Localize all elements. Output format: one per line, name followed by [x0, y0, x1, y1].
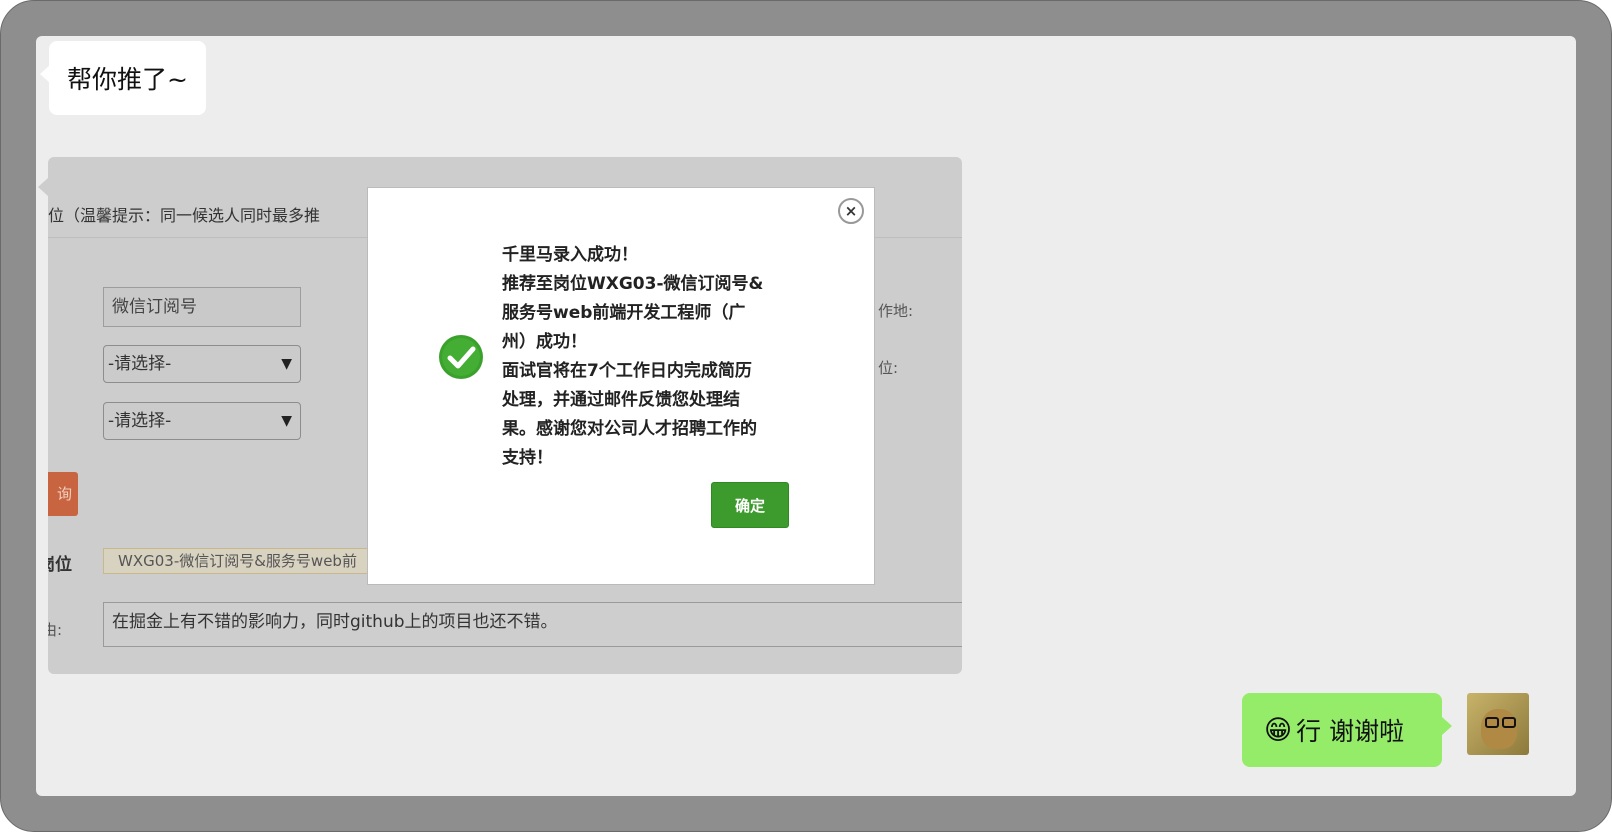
position-label-right: 位: [878, 359, 899, 377]
dialog-message-line: 州）成功！ [502, 332, 587, 352]
chevron-down-icon: ▼ [281, 413, 292, 429]
ok-button[interactable]: 确定 [711, 482, 789, 528]
dialog-message-line: 面试官将在7个工作日内完成简历 [502, 361, 752, 381]
outgoing-message-bubble[interactable]: 😁 行 谢谢啦 [1242, 693, 1452, 767]
red-action-button: 询 [48, 472, 78, 516]
select-2-label: : [48, 413, 49, 431]
channel-input: 微信订阅号 [103, 287, 301, 327]
image-bubble-tail [38, 178, 48, 196]
dialog-message-line: 果。感谢您对公司人才招聘工作的 [502, 419, 757, 439]
dialog-message-line: 千里马录入成功！ [502, 245, 638, 265]
success-check-icon [439, 335, 483, 379]
position-label: 岗位 [48, 555, 72, 575]
dialog-message-line: 推荐至岗位WXG03-微信订阅号& [502, 274, 764, 294]
avatar-head [1481, 709, 1517, 749]
chevron-down-icon: ▼ [281, 356, 292, 372]
glasses-right-icon [1502, 717, 1516, 728]
dialog-message-line: 服务号web前端开发工程师（广 [502, 303, 746, 323]
avatar[interactable] [1467, 693, 1529, 755]
dialog-message-line: 支持！ [502, 448, 553, 468]
grin-emoji-icon: 😁 [1264, 714, 1293, 746]
incoming-message-text: 帮你推了~ [67, 65, 188, 94]
close-icon[interactable]: × [838, 198, 864, 224]
dialog-message: 千里马录入成功！ 推荐至岗位WXG03-微信订阅号& 服务号web前端开发工程师… [502, 241, 812, 473]
screenshot-header-text: 位（温馨提示：同一候选人同时最多推 [48, 206, 321, 225]
workplace-label: 作地: [878, 302, 914, 320]
success-dialog: × 千里马录入成功！ 推荐至岗位WXG03-微信订阅号& 服务号web前端开发工… [368, 188, 874, 584]
select-field-1: -请选择- ▼ [103, 345, 301, 383]
reason-textarea: 在掘金上有不错的影响力，同时github上的项目也还不错。 [103, 602, 962, 647]
outgoing-message-text: 行 谢谢啦 [1296, 717, 1405, 746]
select-field-2: -请选择- ▼ [103, 402, 301, 440]
position-tag: WXG03-微信订阅号&服务号web前 [103, 548, 403, 574]
glasses-left-icon [1485, 717, 1499, 728]
select-field-1-value: -请选择- [108, 354, 172, 374]
chat-area: 帮你推了~ 位（温馨提示：同一候选人同时最多推 微信订阅号 -请选择- ▼ : … [36, 36, 1576, 796]
dialog-message-line: 处理，并通过邮件反馈您处理结 [502, 390, 740, 410]
select-field-2-value: -请选择- [108, 411, 172, 431]
incoming-message-bubble[interactable]: 帮你推了~ [40, 41, 206, 115]
image-message-screenshot[interactable]: 位（温馨提示：同一候选人同时最多推 微信订阅号 -请选择- ▼ : -请选择- … [48, 157, 962, 674]
reason-label: 由: [48, 621, 63, 639]
